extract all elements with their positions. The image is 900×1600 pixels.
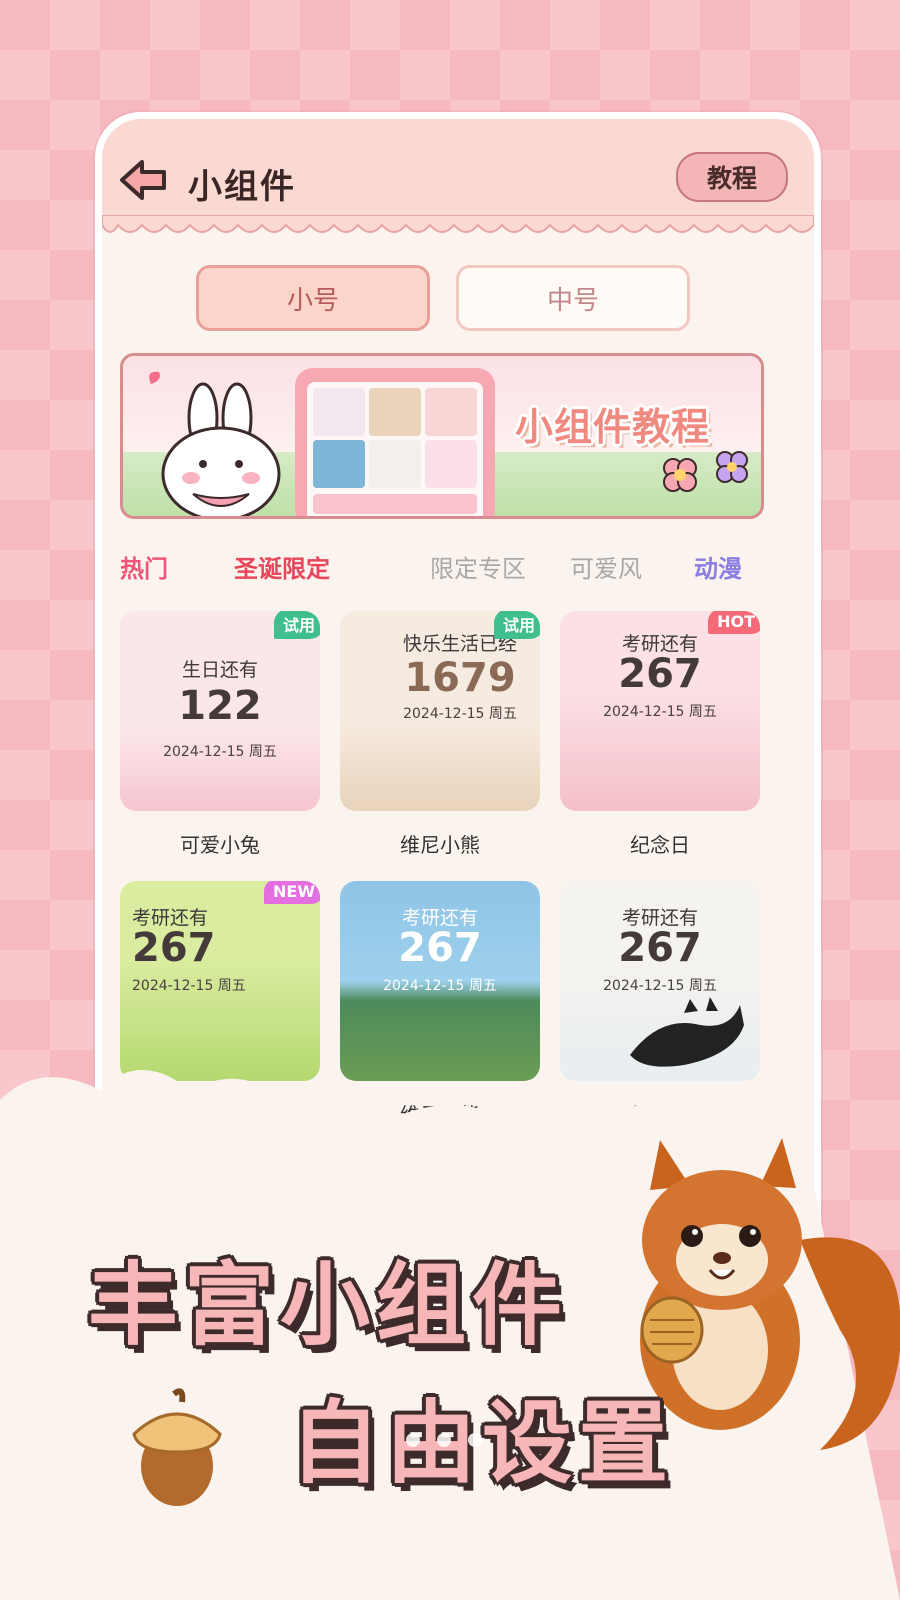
banner-title: 小组件教程 bbox=[515, 405, 711, 449]
widget-date: 2024-12-15 周五 bbox=[383, 978, 497, 994]
tab-anime[interactable]: 动漫 bbox=[694, 549, 742, 584]
widget-card[interactable]: 考研还有 267 2024-12-15 周五 HOT bbox=[560, 611, 760, 811]
hot-badge: HOT bbox=[708, 611, 760, 634]
tab-cute-style[interactable]: 可爱风 bbox=[570, 549, 642, 584]
slogan-line-1: 丰富小组件 bbox=[88, 1253, 568, 1358]
page-title: 小组件 bbox=[188, 167, 296, 207]
widget-card[interactable]: 生日还有 122 2024-12-15 周五 试用 bbox=[120, 611, 320, 811]
page-dot bbox=[437, 1433, 452, 1447]
widget-name: 纪念日 bbox=[630, 833, 690, 857]
tutorial-banner[interactable]: 小组件教程 bbox=[120, 353, 764, 519]
tutorial-button[interactable]: 教程 bbox=[676, 152, 788, 202]
widget-number: 267 bbox=[618, 925, 702, 971]
size-small-tab[interactable]: 小号 bbox=[196, 265, 430, 331]
widget-date: 2024-12-15 周五 bbox=[403, 706, 517, 722]
tab-christmas-limited[interactable]: 圣诞限定 bbox=[234, 549, 330, 584]
widget-number: 122 bbox=[178, 683, 262, 729]
widget-date: 2024-12-15 周五 bbox=[603, 704, 717, 720]
flower-icon bbox=[663, 451, 748, 492]
scallop-edge bbox=[102, 215, 814, 233]
acorn-icon bbox=[132, 1388, 222, 1506]
size-medium-tab[interactable]: 中号 bbox=[456, 265, 690, 331]
bunny-illustration bbox=[149, 371, 281, 516]
widget-date: 2024-12-15 周五 bbox=[163, 744, 277, 760]
page-indicator bbox=[400, 1432, 488, 1451]
mini-phone-illustration bbox=[295, 368, 495, 516]
widget-caption: 生日还有 bbox=[181, 659, 258, 681]
tab-limited-zone[interactable]: 限定专区 bbox=[430, 549, 526, 584]
widget-name: 可爱小兔 bbox=[180, 833, 260, 857]
widget-number: 267 bbox=[618, 651, 702, 697]
widget-date: 2024-12-15 周五 bbox=[132, 978, 246, 994]
widget-number: 1679 bbox=[404, 655, 516, 701]
tab-hot[interactable]: 热门 bbox=[120, 549, 168, 584]
trial-badge: 试用 bbox=[493, 611, 540, 639]
back-arrow-icon[interactable] bbox=[118, 157, 170, 203]
widget-number: 267 bbox=[132, 925, 216, 971]
trial-badge: 试用 bbox=[273, 611, 320, 639]
new-badge: NEW bbox=[264, 881, 320, 904]
page-dot bbox=[406, 1433, 420, 1447]
widget-number: 267 bbox=[398, 925, 482, 971]
widget-name: 维尼小熊 bbox=[400, 833, 480, 857]
page-dot bbox=[468, 1433, 483, 1447]
widget-card[interactable]: 快乐生活已经 1679 2024-12-15 周五 试用 bbox=[340, 611, 540, 811]
category-tabs: 热门 圣诞限定 限定专区 可爱风 动漫 bbox=[102, 549, 814, 589]
